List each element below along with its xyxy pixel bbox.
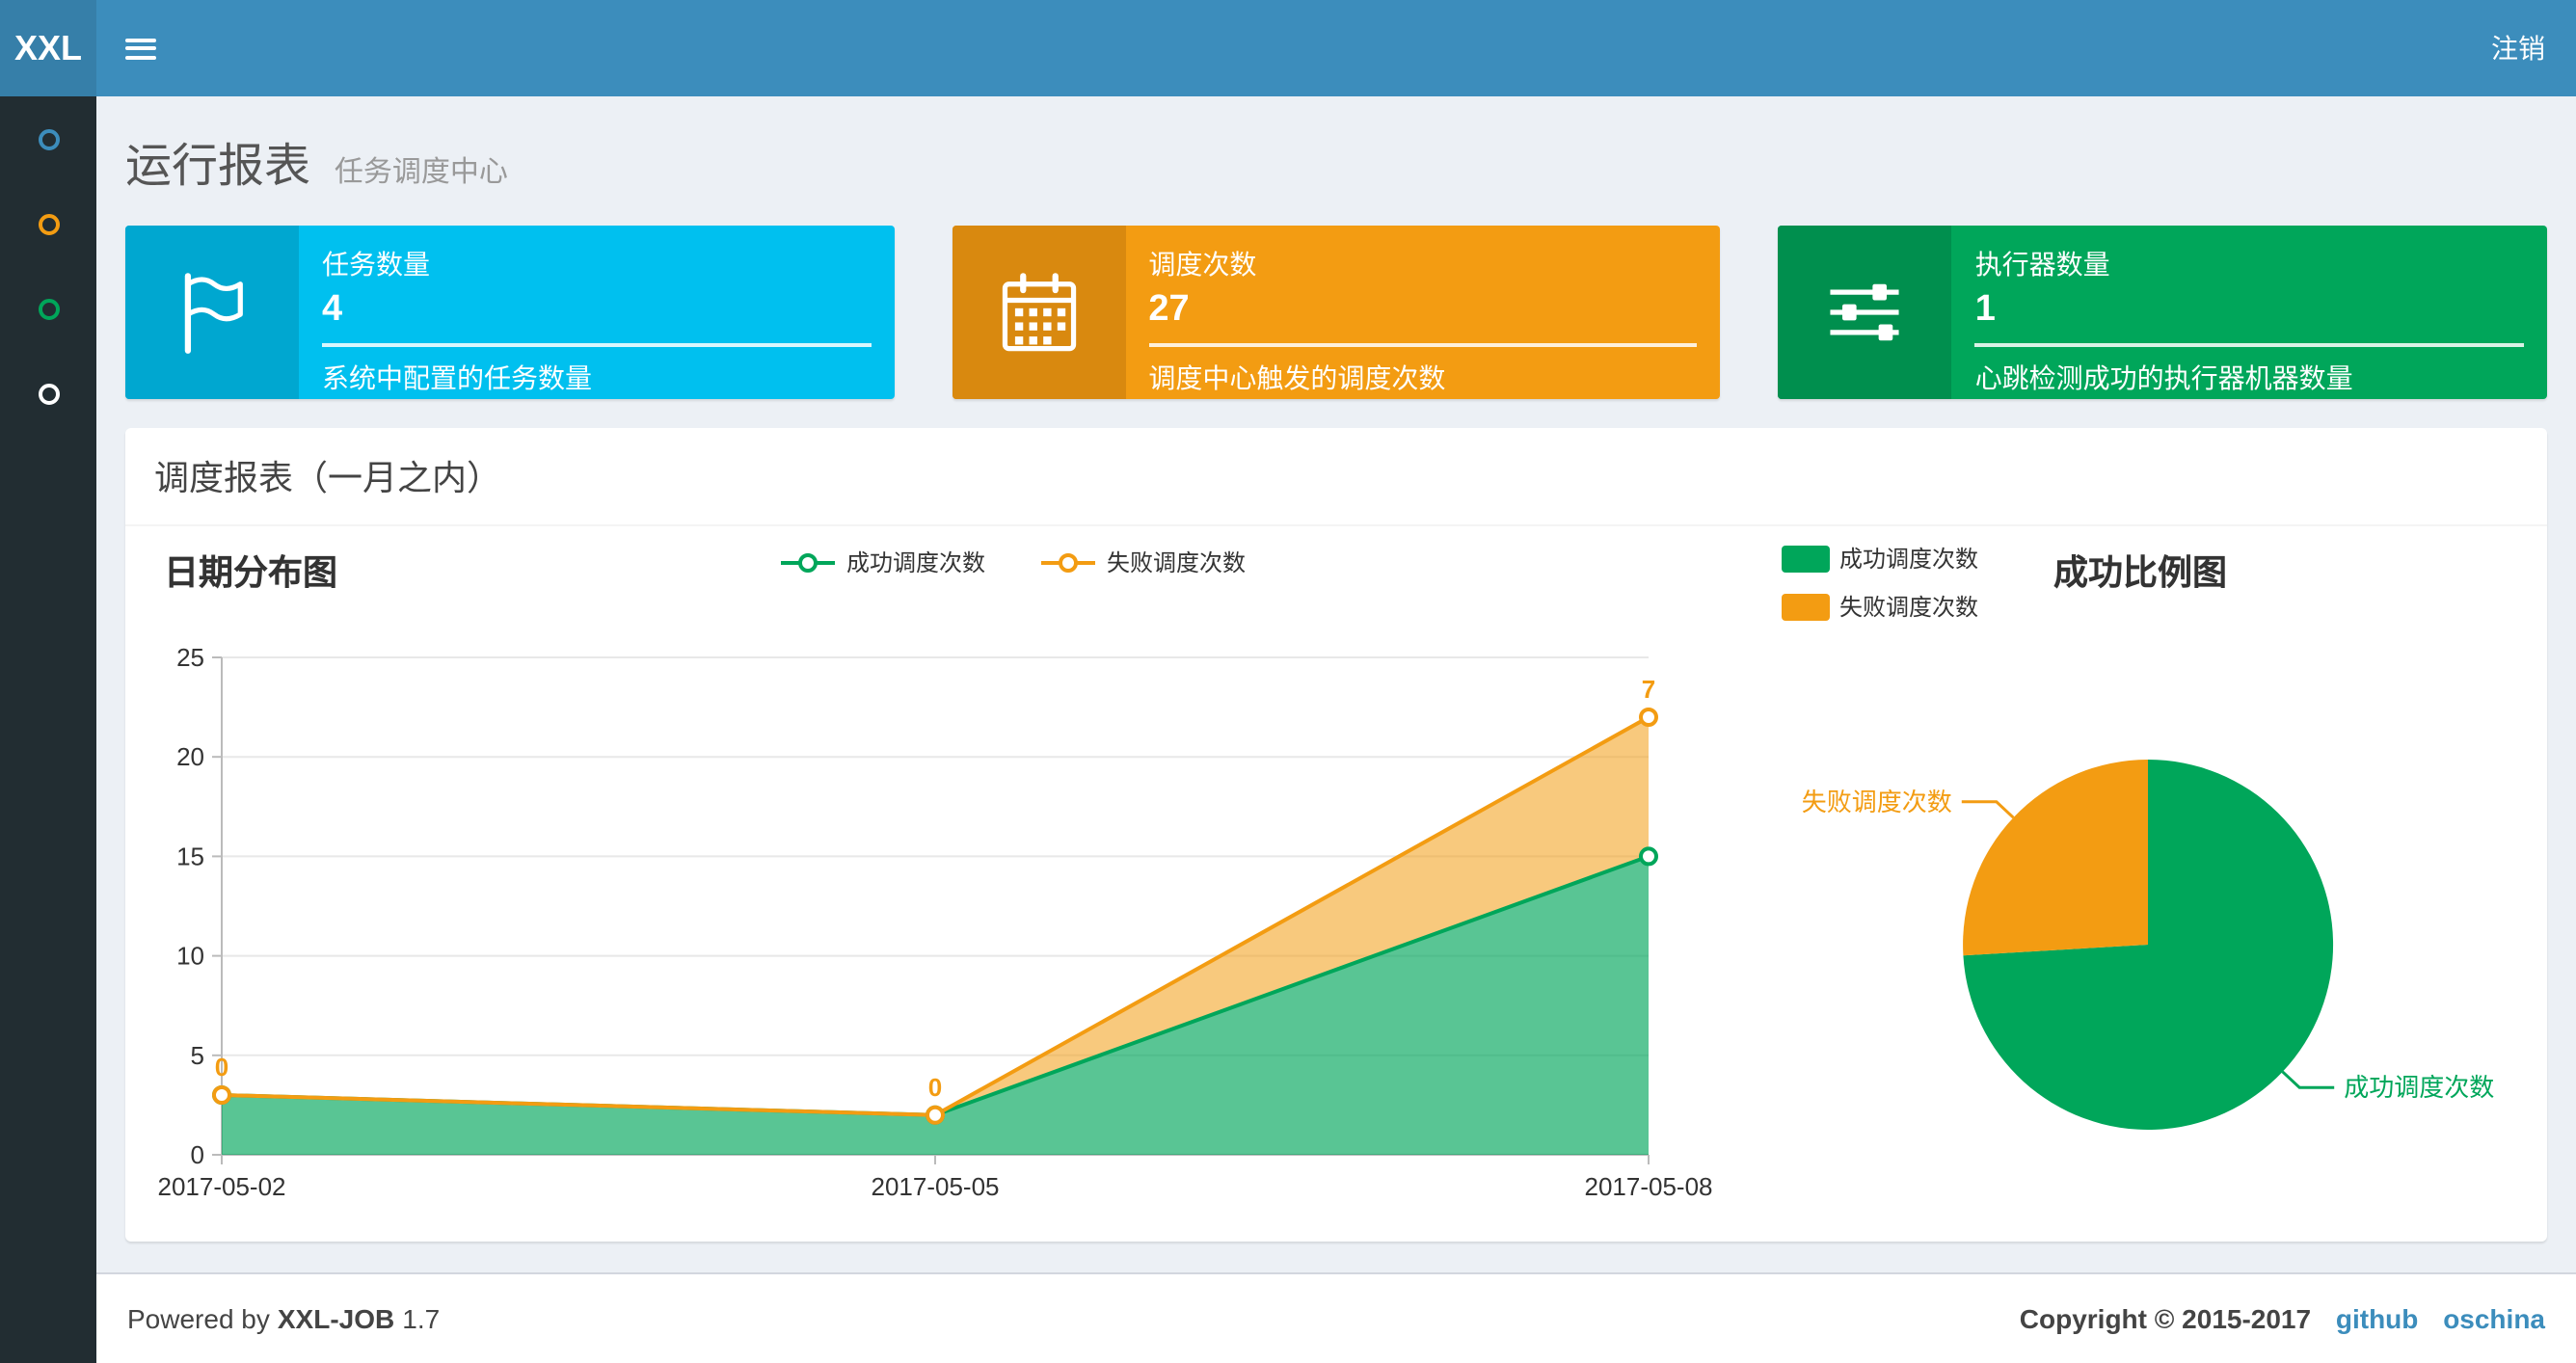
page-subtitle: 任务调度中心 (334, 156, 508, 189)
svg-text:0: 0 (191, 1140, 204, 1169)
info-box-task-count: 任务数量 4 系统中配置的任务数量 (125, 226, 895, 399)
sidebar-item-1[interactable] (0, 96, 96, 181)
hamburger-icon (124, 33, 155, 64)
page-title: 运行报表 (125, 141, 310, 193)
svg-text:2017-05-02: 2017-05-02 (158, 1172, 286, 1201)
info-box-content: 任务数量 4 系统中配置的任务数量 (299, 226, 894, 399)
calendar-icon (952, 226, 1126, 399)
svg-text:0: 0 (215, 1053, 228, 1082)
info-box-description: 心跳检测成功的执行器机器数量 (1974, 362, 2353, 393)
circle-icon (38, 298, 59, 319)
circle-icon (38, 383, 59, 404)
sidebar-item-4[interactable] (0, 351, 96, 436)
circle-icon (38, 128, 59, 149)
svg-text:10: 10 (176, 942, 204, 971)
app-root: XXL 注销 运行报表 任务调度中心 任务数量 4 系统中配置的任务数量 调度次… (0, 0, 2576, 1363)
svg-text:成功调度次数: 成功调度次数 (2344, 1073, 2494, 1102)
info-box-value: 1 (1974, 289, 1996, 330)
info-box-content: 执行器数量 1 心跳检测成功的执行器机器数量 (1952, 226, 2547, 399)
info-box-label: 任务数量 (322, 249, 430, 280)
charts-body: 日期分布图 成功调度次数 失败调度次数 0 5 10 15 20 25 2017-05-02 2… (125, 526, 2547, 1242)
svg-text:5: 5 (191, 1041, 204, 1070)
info-box-label: 调度次数 (1148, 249, 1257, 280)
top-navbar: XXL 注销 (0, 0, 2576, 96)
github-link[interactable]: github (2336, 1303, 2419, 1334)
footer-powered-by: Powered by XXL-JOB 1.7 (127, 1303, 447, 1334)
product-name: XXL-JOB (277, 1303, 395, 1334)
sidebar (0, 96, 96, 1363)
info-box-row: 任务数量 4 系统中配置的任务数量 调度次数 27 调度中心触发的调度次数 执行… (125, 226, 2548, 399)
sidebar-item-3[interactable] (0, 266, 96, 351)
svg-text:20: 20 (176, 742, 204, 771)
footer: Powered by XXL-JOB 1.7 Copyright © 2015-20… (96, 1272, 2576, 1363)
svg-text:2017-05-05: 2017-05-05 (872, 1172, 1000, 1201)
info-box-description: 调度中心触发的调度次数 (1148, 362, 1446, 393)
footer-copyright: Copyright © 2015-2017 github oschina (2020, 1303, 2545, 1334)
divider (1974, 343, 2525, 347)
app-logo[interactable]: XXL (0, 0, 96, 96)
info-box-content: 调度次数 27 调度中心触发的调度次数 (1125, 226, 1720, 399)
sidebar-item-2[interactable] (0, 181, 96, 266)
sliders-icon (1778, 226, 1952, 399)
report-panel: 调度报表（一月之内） 日期分布图 成功调度次数 失败调度次数 0 5 10 15 20 25… (125, 428, 2547, 1242)
svg-text:失败调度次数: 失败调度次数 (1802, 788, 1952, 816)
info-box-executor-count: 执行器数量 1 心跳检测成功的执行器机器数量 (1778, 226, 2548, 399)
flag-icon (125, 226, 299, 399)
oschina-link[interactable]: oschina (2443, 1303, 2545, 1334)
page-header: 运行报表 任务调度中心 (125, 127, 2547, 195)
info-box-value: 4 (322, 289, 343, 330)
divider (322, 343, 872, 347)
svg-text:15: 15 (176, 842, 204, 870)
info-box-description: 系统中配置的任务数量 (322, 362, 592, 393)
info-box-trigger-count: 调度次数 27 调度中心触发的调度次数 (952, 226, 1721, 399)
panel-title: 调度报表（一月之内） (125, 428, 2547, 526)
divider (1148, 343, 1698, 347)
main-content: 运行报表 任务调度中心 任务数量 4 系统中配置的任务数量 调度次数 27 调度… (96, 96, 2576, 1272)
date-distribution-chart: 05101520252017-05-02 2017-05-05 2017-05-08… (158, 643, 1713, 1201)
version-text: 1.7 (402, 1303, 441, 1334)
success-ratio-pie-chart: 成功调度次数 失败调度次数 (1802, 760, 2494, 1130)
circle-icon (38, 213, 59, 234)
svg-text:25: 25 (176, 643, 204, 672)
copyright-text: Copyright © 2015-2017 (2019, 1303, 2312, 1334)
sidebar-toggle-button[interactable] (96, 0, 183, 96)
powered-by-text: Powered by (127, 1303, 270, 1334)
info-box-label: 执行器数量 (1974, 249, 2110, 280)
svg-text:0: 0 (928, 1073, 942, 1102)
info-box-value: 27 (1148, 289, 1190, 330)
logout-link[interactable]: 注销 (2460, 0, 2576, 96)
